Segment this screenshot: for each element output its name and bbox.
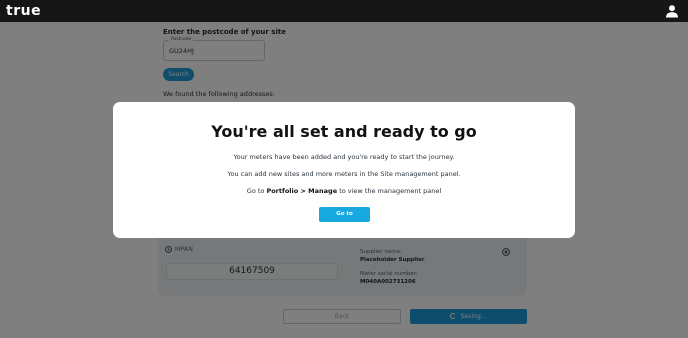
completion-modal: You're all set and ready to go Your mete… <box>113 102 575 238</box>
modal-title: You're all set and ready to go <box>211 122 477 141</box>
modal-message-meters-added: Your meters have been added and you're r… <box>233 153 455 161</box>
modal-message-portfolio: Go to Portfolio > Manage to view the man… <box>113 187 575 195</box>
portfolio-manage-path: Portfolio > Manage <box>266 187 338 195</box>
portfolio-suffix: to view the management panel <box>337 187 442 195</box>
user-icon[interactable] <box>665 4 679 18</box>
brand-logo[interactable]: true <box>6 3 41 19</box>
top-bar: true <box>0 0 688 22</box>
modal-message-site-management: You can add new sites and more meters in… <box>227 170 461 178</box>
portfolio-prefix: Go to <box>246 187 267 195</box>
go-to-dashboard-button[interactable]: Go to Dashboard <box>319 207 370 232</box>
